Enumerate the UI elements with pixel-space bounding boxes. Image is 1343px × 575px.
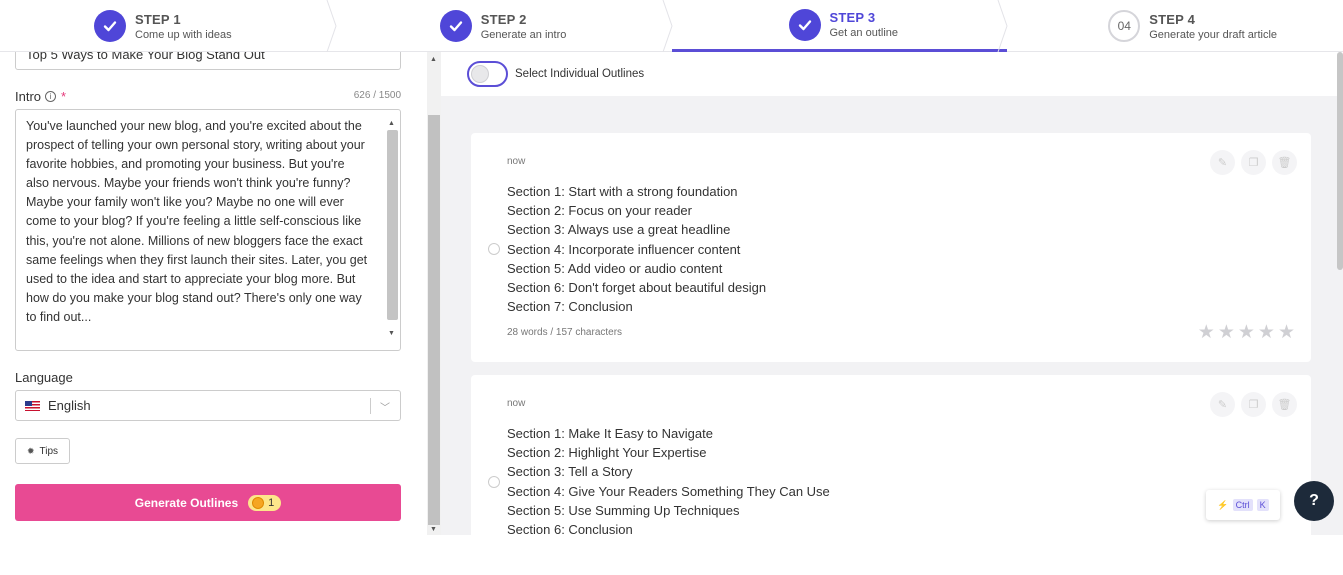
scroll-thumb[interactable] — [1337, 52, 1343, 270]
section-item: Section 3: Tell a Story — [507, 464, 633, 480]
section-item: Section 6: Don't forget about beautiful … — [507, 280, 767, 296]
copy-icon[interactable]: ❐ — [1241, 150, 1266, 175]
outline-panel: Select Individual Outlines now Section 1… — [441, 52, 1343, 575]
section-item: Section 5: Add video or audio content — [507, 260, 723, 276]
section-item: Section 7: Conclusion — [507, 299, 633, 315]
tips-label: Tips — [39, 445, 59, 457]
scroll-down-icon[interactable]: ▼ — [430, 526, 437, 533]
character-count: 626 / 1500 — [353, 90, 401, 101]
chevron-down-icon[interactable]: ﹀ — [380, 399, 390, 414]
section-item: Section 6: Conclusion — [507, 522, 633, 538]
star-icon[interactable]: ★ — [1198, 321, 1215, 344]
toggle-knob — [471, 65, 489, 83]
trash-icon[interactable]: 🗑︎ — [1272, 150, 1297, 175]
intro-label-text: Intro — [15, 89, 42, 104]
select-radio[interactable] — [488, 243, 500, 255]
credit-cost: 1 — [268, 496, 275, 509]
shortcut-key: Ctrl — [1232, 499, 1253, 511]
scroll-down-icon[interactable]: ▼ — [388, 324, 395, 343]
required-marker: * — [61, 89, 67, 104]
section-item: Section 1: Make It Easy to Navigate — [507, 426, 713, 441]
step-title: STEP 1 — [135, 11, 181, 27]
lightning-icon: ⚡ — [1217, 499, 1229, 510]
stepper: STEP 1 Come up with ideas STEP 2 Generat… — [0, 0, 1343, 52]
star-icon[interactable]: ★ — [1278, 321, 1295, 344]
generate-outlines-button[interactable]: Generate Outlines 1 — [15, 484, 401, 521]
intro-textarea[interactable]: You've launched your new blog, and you'r… — [15, 109, 401, 351]
section-item: Section 2: Focus on your reader — [507, 203, 692, 219]
step-title: STEP 3 — [829, 10, 876, 25]
step-1[interactable]: STEP 1 Come up with ideas — [0, 0, 337, 52]
check-icon — [788, 8, 821, 41]
section-item: Section 1: Start with a strong foundatio… — [507, 184, 738, 199]
star-icon[interactable]: ★ — [1238, 321, 1255, 344]
step-2[interactable]: STEP 2 Generate an intro — [336, 0, 673, 52]
outline-card[interactable]: now Section 1: Make It Easy to Navigate … — [471, 375, 1311, 575]
rating: ★ ★ ★ ★ ★ — [1195, 321, 1295, 344]
scroll-thumb[interactable] — [428, 115, 440, 525]
toggle-label: Select Individual Outlines — [515, 68, 645, 80]
edit-icon[interactable]: ✎ — [1210, 392, 1235, 417]
generate-label: Generate Outlines — [134, 495, 239, 510]
step-subtitle: Come up with ideas — [135, 28, 232, 41]
outline-scrollbar[interactable] — [1336, 52, 1343, 535]
select-divider — [370, 398, 371, 414]
step-subtitle: Get an outline — [829, 27, 899, 39]
intro-label: Intro i * — [15, 89, 66, 104]
step-subtitle: Generate your draft article — [1149, 28, 1278, 41]
title-input-value: Top 5 Ways to Make Your Blog Stand Out — [26, 52, 265, 62]
section-item: Section 4: Give Your Readers Something T… — [507, 483, 830, 499]
title-input[interactable]: Top 5 Ways to Make Your Blog Stand Out — [15, 52, 401, 70]
intro-scrollbar[interactable]: ▲ ▼ — [386, 114, 398, 346]
section-item: Section 2: Highlight Your Expertise — [507, 445, 707, 461]
credit-badge: 1 — [248, 494, 282, 511]
section-item: Section 4: Incorporate influencer conten… — [507, 241, 741, 257]
lightbulb-icon: ✹ — [26, 445, 35, 456]
info-icon[interactable]: i — [45, 91, 57, 102]
shortcut-key: K — [1256, 499, 1269, 511]
help-button[interactable]: ? — [1294, 481, 1334, 521]
star-icon[interactable]: ★ — [1218, 321, 1235, 344]
section-item: Section 3: Always use a great headline — [507, 222, 731, 238]
form-panel: Top 5 Ways to Make Your Blog Stand Out I… — [0, 52, 415, 535]
trash-icon[interactable]: 🗑︎ — [1272, 392, 1297, 417]
step-4[interactable]: 04 STEP 4 Generate your draft article — [1007, 0, 1343, 52]
step-title: STEP 2 — [480, 11, 527, 27]
section-list: Section 1: Start with a strong foundatio… — [507, 182, 766, 316]
word-count: 28 words / 157 characters — [507, 327, 623, 338]
card-timestamp: now — [507, 398, 526, 409]
section-item: Section 5: Use Summing Up Techniques — [507, 502, 740, 518]
language-select[interactable]: English ﹀ — [15, 390, 401, 421]
copy-icon[interactable]: ❐ — [1241, 392, 1266, 417]
card-timestamp: now — [507, 156, 526, 167]
check-icon — [94, 10, 126, 42]
select-individual-toggle[interactable] — [467, 61, 508, 87]
select-individual-toggle-row: Select Individual Outlines — [467, 61, 644, 87]
us-flag-icon — [25, 400, 40, 411]
coin-icon — [252, 496, 265, 509]
form-scrollbar[interactable]: ▲ ▼ — [427, 52, 441, 535]
scroll-up-icon[interactable]: ▲ — [430, 56, 437, 63]
step-subtitle: Generate an intro — [480, 28, 567, 41]
language-value: English — [48, 398, 91, 413]
command-shortcut-hint[interactable]: ⚡ Ctrl K — [1206, 490, 1280, 520]
card-actions: ✎ ❐ 🗑︎ — [1204, 392, 1297, 417]
select-radio[interactable] — [488, 476, 500, 488]
section-list: Section 1: Make It Easy to Navigate Sect… — [507, 424, 830, 539]
star-icon[interactable]: ★ — [1258, 321, 1275, 344]
step-3[interactable]: STEP 3 Get an outline — [671, 0, 1008, 52]
step-title: STEP 4 — [1149, 11, 1196, 27]
intro-text: You've launched your new blog, and you'r… — [26, 119, 368, 324]
check-icon — [439, 10, 472, 42]
language-label: Language — [15, 370, 73, 385]
outline-list: now Section 1: Start with a strong found… — [441, 96, 1343, 575]
scroll-thumb[interactable] — [387, 130, 398, 320]
outline-card[interactable]: now Section 1: Start with a strong found… — [471, 133, 1311, 362]
tips-button[interactable]: ✹ Tips — [15, 438, 70, 464]
step-number-badge: 04 — [1108, 10, 1141, 42]
card-actions: ✎ ❐ 🗑︎ — [1204, 150, 1297, 175]
edit-icon[interactable]: ✎ — [1210, 150, 1235, 175]
